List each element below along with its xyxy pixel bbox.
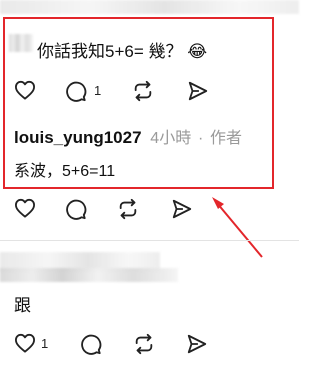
post-2-text: 跟	[14, 296, 31, 315]
like-count: 1	[41, 336, 49, 351]
comment-icon[interactable]	[80, 333, 102, 355]
annotation-arrow	[212, 197, 263, 258]
divider	[0, 240, 299, 241]
share-icon[interactable]	[186, 333, 208, 355]
heart-icon[interactable]	[14, 333, 36, 353]
repost-icon[interactable]	[133, 333, 155, 355]
username-blurred	[0, 268, 178, 282]
